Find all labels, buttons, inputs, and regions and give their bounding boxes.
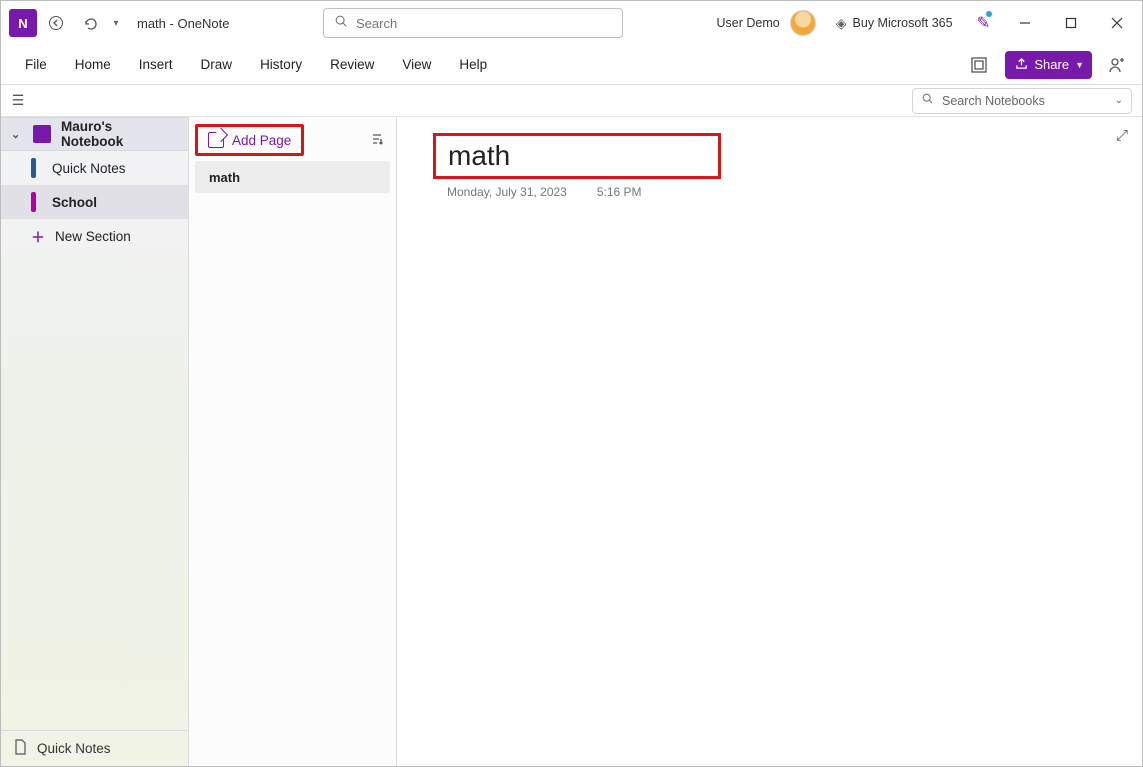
quick-notes-footer[interactable]: Quick Notes — [1, 730, 188, 766]
tab-draw[interactable]: Draw — [187, 51, 247, 78]
share-button[interactable]: Share ▼ — [1005, 51, 1092, 79]
add-page-label: Add Page — [232, 133, 291, 148]
page-date: Monday, July 31, 2023 — [447, 185, 567, 199]
search-notebooks-label: Search Notebooks — [942, 94, 1107, 108]
window-title: math - OneNote — [137, 16, 230, 31]
section-label: Quick Notes — [52, 161, 126, 176]
buy-microsoft-365-label: Buy Microsoft 365 — [853, 16, 953, 30]
navigation-toggle[interactable]: ☰ — [1, 92, 35, 109]
notebook-icon — [33, 125, 51, 143]
sub-toolbar: ☰ Search Notebooks ⌄ — [1, 85, 1142, 117]
fullscreen-icon[interactable]: ⤢ — [1116, 127, 1128, 144]
global-search[interactable] — [323, 8, 623, 38]
app-icon: N — [9, 9, 37, 37]
title-bar: N ▾ math - OneNote User Demo ◈ Buy Micro… — [1, 1, 1142, 45]
new-section-button[interactable]: ＋ New Section — [1, 219, 188, 253]
search-icon — [334, 14, 348, 33]
page-time: 5:16 PM — [597, 185, 642, 199]
tab-history[interactable]: History — [246, 51, 316, 78]
share-button-label: Share — [1034, 57, 1069, 72]
notebook-header[interactable]: ⌄ Mauro's Notebook — [1, 117, 188, 151]
ribbon: File Home Insert Draw History Review Vie… — [1, 45, 1142, 85]
diamond-icon: ◈ — [836, 15, 847, 32]
close-button[interactable] — [1096, 7, 1138, 39]
tab-file[interactable]: File — [11, 51, 61, 78]
section-color-icon — [31, 158, 36, 178]
search-icon — [921, 92, 934, 110]
avatar[interactable] — [790, 10, 816, 36]
page-list: Add Page math — [189, 117, 397, 766]
chevron-down-icon[interactable]: ⌄ — [1115, 95, 1123, 106]
plus-icon: ＋ — [31, 226, 45, 246]
chevron-down-icon: ⌄ — [11, 128, 23, 141]
maximize-button[interactable] — [1050, 7, 1092, 39]
presence-icon[interactable] — [1102, 50, 1132, 80]
quick-access-dropdown[interactable]: ▾ — [109, 18, 123, 29]
editor-canvas[interactable]: ⤢ math Monday, July 31, 2023 5:16 PM — [397, 117, 1142, 766]
tab-review[interactable]: Review — [316, 51, 388, 78]
notebook-sidebar: ⌄ Mauro's Notebook Quick Notes School ＋ … — [1, 117, 189, 766]
tab-insert[interactable]: Insert — [125, 51, 187, 78]
quick-notes-footer-label: Quick Notes — [37, 741, 111, 756]
section-label: School — [52, 195, 97, 210]
undo-button[interactable] — [75, 8, 105, 38]
pen-icon[interactable]: ✎ — [977, 13, 990, 33]
chevron-down-icon: ▼ — [1075, 60, 1084, 70]
user-name[interactable]: User Demo — [717, 16, 780, 30]
add-page-button[interactable]: Add Page — [195, 124, 304, 156]
section-color-icon — [31, 192, 36, 212]
page-icon — [13, 739, 27, 758]
search-notebooks[interactable]: Search Notebooks ⌄ — [912, 88, 1132, 114]
section-school[interactable]: School — [1, 185, 188, 219]
tab-help[interactable]: Help — [445, 51, 501, 78]
minimize-button[interactable] — [1004, 7, 1046, 39]
share-icon — [1015, 57, 1028, 73]
buy-microsoft-365[interactable]: ◈ Buy Microsoft 365 — [836, 15, 953, 32]
section-quick-notes[interactable]: Quick Notes — [1, 151, 188, 185]
new-section-label: New Section — [55, 229, 131, 244]
add-page-icon — [208, 132, 224, 148]
tab-home[interactable]: Home — [61, 51, 125, 78]
tab-view[interactable]: View — [388, 51, 445, 78]
page-item-math[interactable]: math — [195, 161, 390, 193]
global-search-input[interactable] — [356, 16, 612, 31]
back-button[interactable] — [41, 8, 71, 38]
sort-pages-button[interactable] — [364, 128, 390, 153]
page-title[interactable]: math — [448, 140, 510, 172]
feed-icon[interactable] — [963, 49, 995, 81]
page-title-container[interactable]: math — [433, 133, 721, 179]
notebook-name: Mauro's Notebook — [61, 119, 178, 149]
